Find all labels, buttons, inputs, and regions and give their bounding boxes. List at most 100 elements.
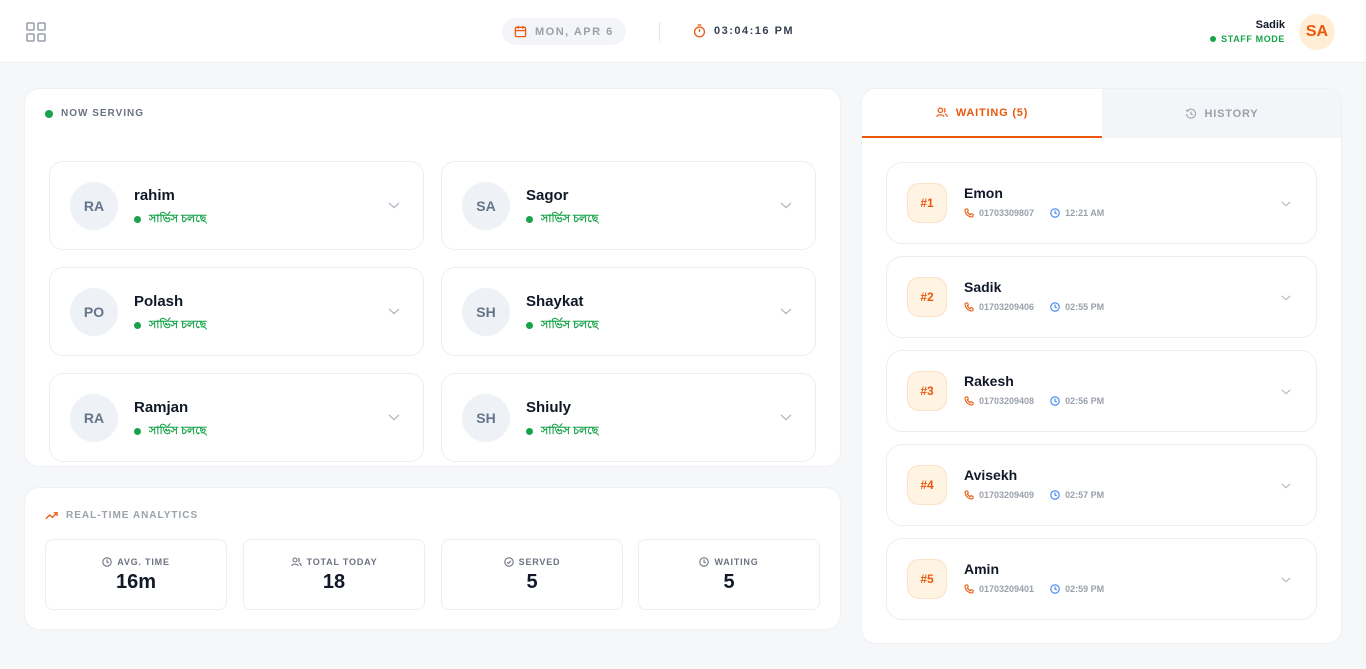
- stat-label-row: TOTAL TODAY: [244, 557, 424, 567]
- arrival-time: 02:55 PM: [1065, 302, 1105, 312]
- analytics-title: REAL-TIME ANALYTICS: [66, 510, 199, 521]
- customer-name: Shaykat: [526, 293, 584, 310]
- analytics-header: REAL-TIME ANALYTICS: [45, 510, 198, 521]
- avatar: RA: [70, 182, 118, 230]
- status-label: সার্ভিস চলছে: [149, 319, 207, 331]
- arrival-time: 02:59 PM: [1065, 584, 1105, 594]
- queue-meta: 01703209401 02:59 PM: [964, 584, 1104, 594]
- stat-value: 5: [723, 571, 735, 593]
- chevron-down-icon[interactable]: [387, 306, 401, 316]
- chevron-down-icon[interactable]: [1280, 387, 1292, 396]
- stat-label-row: AVG. TIME: [46, 557, 226, 567]
- phone-number: 01703209401: [979, 584, 1035, 594]
- queue-item[interactable]: #5 Amin 01703209401 02:59 PM: [886, 538, 1317, 620]
- clock-icon: [1050, 302, 1060, 312]
- chevron-down-icon[interactable]: [387, 412, 401, 422]
- serving-item[interactable]: RA rahim সার্ভিস চলছে: [49, 161, 424, 250]
- chevron-down-icon[interactable]: [1280, 481, 1292, 490]
- user-info: Sadik STAFF MODE: [1210, 19, 1285, 44]
- serving-item[interactable]: SH Shaykat সার্ভিস চলছে: [441, 267, 816, 356]
- token-badge: #5: [907, 559, 947, 599]
- clock-icon: [102, 557, 112, 567]
- status-label: সার্ভিস চলছে: [149, 213, 207, 225]
- status-dot-icon: [1210, 36, 1217, 42]
- user-mode: STAFF MODE: [1210, 34, 1285, 44]
- stat-avg-time: AVG. TIME 16m: [45, 539, 227, 610]
- serving-item[interactable]: RA Ramjan সার্ভিস চলছে: [49, 373, 424, 462]
- customer-name: Emon: [964, 185, 1003, 201]
- queue-meta: 01703209409 02:57 PM: [964, 490, 1104, 500]
- stopwatch-icon: [693, 24, 706, 38]
- queue-meta: 01703209406 02:55 PM: [964, 302, 1104, 312]
- users-icon: [290, 557, 302, 567]
- clock-icon: [1050, 208, 1060, 218]
- status-dot-icon: [134, 322, 141, 329]
- queue-meta: 01703209408 02:56 PM: [964, 396, 1104, 406]
- customer-name: Ramjan: [134, 399, 189, 416]
- stat-label: SERVED: [518, 557, 561, 567]
- status-label: সার্ভিস চলছে: [149, 425, 207, 437]
- service-status: সার্ভিস চলছে: [526, 210, 598, 229]
- serving-item[interactable]: SH Shiuly সার্ভিস চলছে: [441, 373, 816, 462]
- avatar: RA: [70, 394, 118, 442]
- status-label: সার্ভিস চলছে: [541, 425, 599, 437]
- customer-name: Polash: [134, 293, 184, 310]
- chevron-down-icon[interactable]: [387, 200, 401, 210]
- service-status: সার্ভিস চলছে: [134, 316, 206, 335]
- stat-label-row: SERVED: [442, 557, 622, 567]
- user-avatar[interactable]: SA: [1299, 14, 1335, 50]
- queue-item[interactable]: #1 Emon 01703309807 12:21 AM: [886, 162, 1317, 244]
- phone-icon: [964, 584, 974, 594]
- customer-name: Rakesh: [964, 373, 1014, 389]
- current-date: MON, APR 6: [535, 25, 614, 38]
- current-time: 03:04:16 PM: [714, 25, 795, 37]
- phone-icon: [964, 490, 974, 500]
- status-dot-icon: [134, 216, 141, 223]
- chevron-down-icon[interactable]: [779, 306, 793, 316]
- arrival-time: 02:57 PM: [1065, 490, 1105, 500]
- stat-value: 16m: [115, 571, 157, 593]
- phone-number: 01703209406: [979, 302, 1035, 312]
- avatar: SH: [462, 288, 510, 336]
- chevron-down-icon[interactable]: [779, 412, 793, 422]
- tab-waiting[interactable]: WAITING (5): [862, 89, 1102, 138]
- chevron-down-icon[interactable]: [1280, 293, 1292, 302]
- stat-total-today: TOTAL TODAY 18: [243, 539, 425, 610]
- status-label: সার্ভিস চলছে: [541, 213, 599, 225]
- avatar: SA: [462, 182, 510, 230]
- customer-name: Amin: [964, 561, 999, 577]
- queue-item[interactable]: #2 Sadik 01703209406 02:55 PM: [886, 256, 1317, 338]
- grid-menu-icon[interactable]: [26, 22, 46, 42]
- queue-item[interactable]: #4 Avisekh 01703209409 02:57 PM: [886, 444, 1317, 526]
- clock-display: 03:04:16 PM: [693, 24, 794, 38]
- customer-name: Sagor: [526, 187, 569, 204]
- chevron-down-icon[interactable]: [1280, 575, 1292, 584]
- clock-icon: [1050, 490, 1060, 500]
- token-badge: #1: [907, 183, 947, 223]
- chevron-down-icon[interactable]: [1280, 199, 1292, 208]
- serving-item[interactable]: SA Sagor সার্ভিস চলছে: [441, 161, 816, 250]
- stat-value: 18: [322, 571, 346, 593]
- tab-history[interactable]: HISTORY: [1102, 89, 1341, 138]
- phone-icon: [964, 302, 974, 312]
- queue-meta: 01703309807 12:21 AM: [964, 208, 1104, 218]
- customer-name: rahim: [134, 187, 175, 204]
- user-name: Sadik: [1255, 19, 1285, 31]
- avatar: SH: [462, 394, 510, 442]
- queue-item[interactable]: #3 Rakesh 01703209408 02:56 PM: [886, 350, 1317, 432]
- token-badge: #4: [907, 465, 947, 505]
- stat-label-row: WAITING: [639, 557, 819, 567]
- queue-panel: WAITING (5) HISTORY #1 Emon 01703309807 …: [862, 89, 1341, 643]
- now-serving-header: NOW SERVING: [45, 108, 144, 119]
- service-status: সার্ভিস চলছে: [134, 422, 206, 441]
- tab-waiting-label: WAITING (5): [955, 106, 1029, 119]
- customer-name: Shiuly: [526, 399, 572, 416]
- date-display: MON, APR 6: [502, 18, 626, 45]
- user-mode-label: STAFF MODE: [1221, 34, 1285, 44]
- token-badge: #2: [907, 277, 947, 317]
- serving-item[interactable]: PO Polash সার্ভিস চলছে: [49, 267, 424, 356]
- clock-icon: [1050, 584, 1060, 594]
- stat-served: SERVED 5: [441, 539, 623, 610]
- chevron-down-icon[interactable]: [779, 200, 793, 210]
- status-dot-icon: [526, 428, 533, 435]
